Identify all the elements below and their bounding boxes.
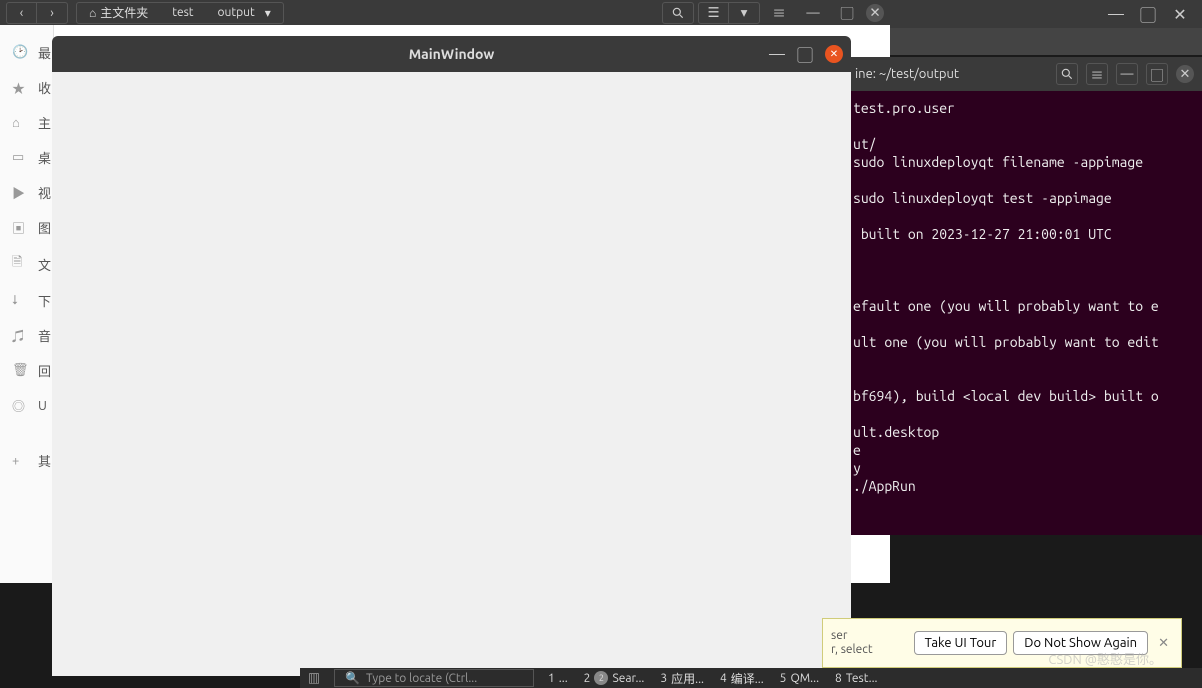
sidebar-item-starred[interactable]: ★收: [0, 70, 53, 105]
clock-icon: 🕑: [12, 45, 28, 60]
sidebar-item-disc[interactable]: ◎U: [0, 388, 53, 423]
breadcrumb-home[interactable]: ⌂ 主文件夹: [77, 3, 160, 23]
task-tab[interactable]: 1 ...: [540, 672, 576, 685]
terminal-window: ine: ~/test/output ≡ — ▢ ✕ test.pro.user…: [847, 57, 1202, 535]
back-button[interactable]: ‹: [7, 3, 37, 23]
window-title: MainWindow: [409, 46, 495, 62]
locator-input[interactable]: 🔍 Type to locate (Ctrl...: [334, 669, 534, 687]
desktop-icon: ▭: [12, 150, 28, 165]
sidebar-item-videos[interactable]: ▶视: [0, 175, 53, 210]
close-button[interactable]: ✕: [1168, 5, 1192, 23]
close-button[interactable]: ✕: [825, 45, 843, 63]
close-button[interactable]: ✕: [866, 4, 884, 22]
ide-background-window: — ▢ ✕: [887, 0, 1202, 55]
sidebar-item-home[interactable]: ⌂主: [0, 105, 53, 140]
minimize-button[interactable]: —: [798, 3, 828, 23]
breadcrumb: ⌂ 主文件夹 test output ▾: [76, 2, 284, 24]
minimize-button[interactable]: —: [1116, 63, 1138, 85]
doc-icon: 🗎: [12, 253, 28, 275]
list-view-button[interactable]: ☰: [699, 3, 729, 23]
ide-taskbar: ▥ 🔍 Type to locate (Ctrl... 1 ... 2 2 Se…: [300, 668, 1202, 688]
sidebar-item-documents[interactable]: 🗎文: [0, 245, 53, 283]
sidebar-item-recent[interactable]: 🕑最: [0, 35, 53, 70]
dropdown-icon[interactable]: ▾: [265, 6, 271, 20]
sidebar-toggle-icon[interactable]: ▥: [300, 670, 328, 687]
tour-text: serr, select: [831, 629, 908, 657]
home-icon: ⌂: [12, 115, 28, 130]
search-button[interactable]: [1056, 63, 1078, 85]
minimize-button[interactable]: —: [1104, 5, 1128, 23]
sidebar-item-other[interactable]: +其: [0, 443, 53, 478]
trash-icon: 🗑: [12, 363, 28, 378]
search-icon: 🔍: [345, 671, 360, 685]
plus-icon: +: [12, 454, 28, 468]
music-icon: ♫: [12, 326, 28, 345]
maximize-button[interactable]: ▢: [832, 3, 862, 23]
download-icon: ⭣: [12, 293, 28, 308]
terminal-title: ine: ~/test/output: [855, 67, 959, 81]
terminal-titlebar: ine: ~/test/output ≡ — ▢ ✕: [847, 57, 1202, 91]
star-icon: ★: [12, 78, 28, 97]
minimize-button[interactable]: —: [769, 46, 785, 62]
home-icon: ⌂: [89, 6, 96, 20]
maximize-button[interactable]: ▢: [797, 46, 813, 62]
maximize-button[interactable]: ▢: [1146, 63, 1168, 85]
close-icon[interactable]: ✕: [1154, 636, 1173, 651]
task-tab[interactable]: 2 2 Sear...: [576, 671, 653, 685]
image-icon: ▣: [12, 218, 28, 237]
task-tab[interactable]: 5 QM...: [772, 672, 827, 685]
view-dropdown-button[interactable]: ▾: [729, 3, 759, 23]
do-not-show-button[interactable]: Do Not Show Again: [1013, 631, 1148, 655]
menu-button[interactable]: ≡: [764, 3, 794, 23]
take-tour-button[interactable]: Take UI Tour: [914, 631, 1008, 655]
ui-tour-notification: serr, select Take UI Tour Do Not Show Ag…: [822, 618, 1182, 668]
sidebar-item-pictures[interactable]: ▣图: [0, 210, 53, 245]
qt-titlebar: MainWindow — ▢ ✕: [52, 36, 851, 72]
file-manager-sidebar: 🕑最 ★收 ⌂主 ▭桌 ▶视 ▣图 🗎文 ⭣下 ♫音 🗑回 ◎U +其: [0, 25, 54, 583]
breadcrumb-item[interactable]: output ▾: [206, 3, 283, 23]
file-manager-titlebar: ‹ › ⌂ 主文件夹 test output ▾: [0, 0, 890, 25]
close-button[interactable]: ✕: [1176, 65, 1194, 83]
breadcrumb-item[interactable]: test: [160, 3, 205, 23]
forward-button[interactable]: ›: [37, 3, 67, 23]
qt-main-window: MainWindow — ▢ ✕: [52, 36, 851, 676]
search-button[interactable]: [663, 3, 693, 23]
video-icon: ▶: [12, 183, 28, 202]
task-tab[interactable]: 4 编译...: [712, 670, 772, 687]
sidebar-item-trash[interactable]: 🗑回: [0, 353, 53, 388]
sidebar-item-music[interactable]: ♫音: [0, 318, 53, 353]
sidebar-item-downloads[interactable]: ⭣下: [0, 283, 53, 318]
terminal-output[interactable]: test.pro.user ut/ sudo linuxdeployqt fil…: [847, 91, 1202, 503]
disc-icon: ◎: [12, 396, 28, 415]
menu-button[interactable]: ≡: [1086, 63, 1108, 85]
maximize-button[interactable]: ▢: [1136, 5, 1160, 23]
sidebar-item-desktop[interactable]: ▭桌: [0, 140, 53, 175]
badge: 2: [594, 671, 608, 685]
task-tab[interactable]: 3 应用...: [652, 670, 712, 687]
task-tab[interactable]: 8 Test...: [827, 672, 885, 685]
